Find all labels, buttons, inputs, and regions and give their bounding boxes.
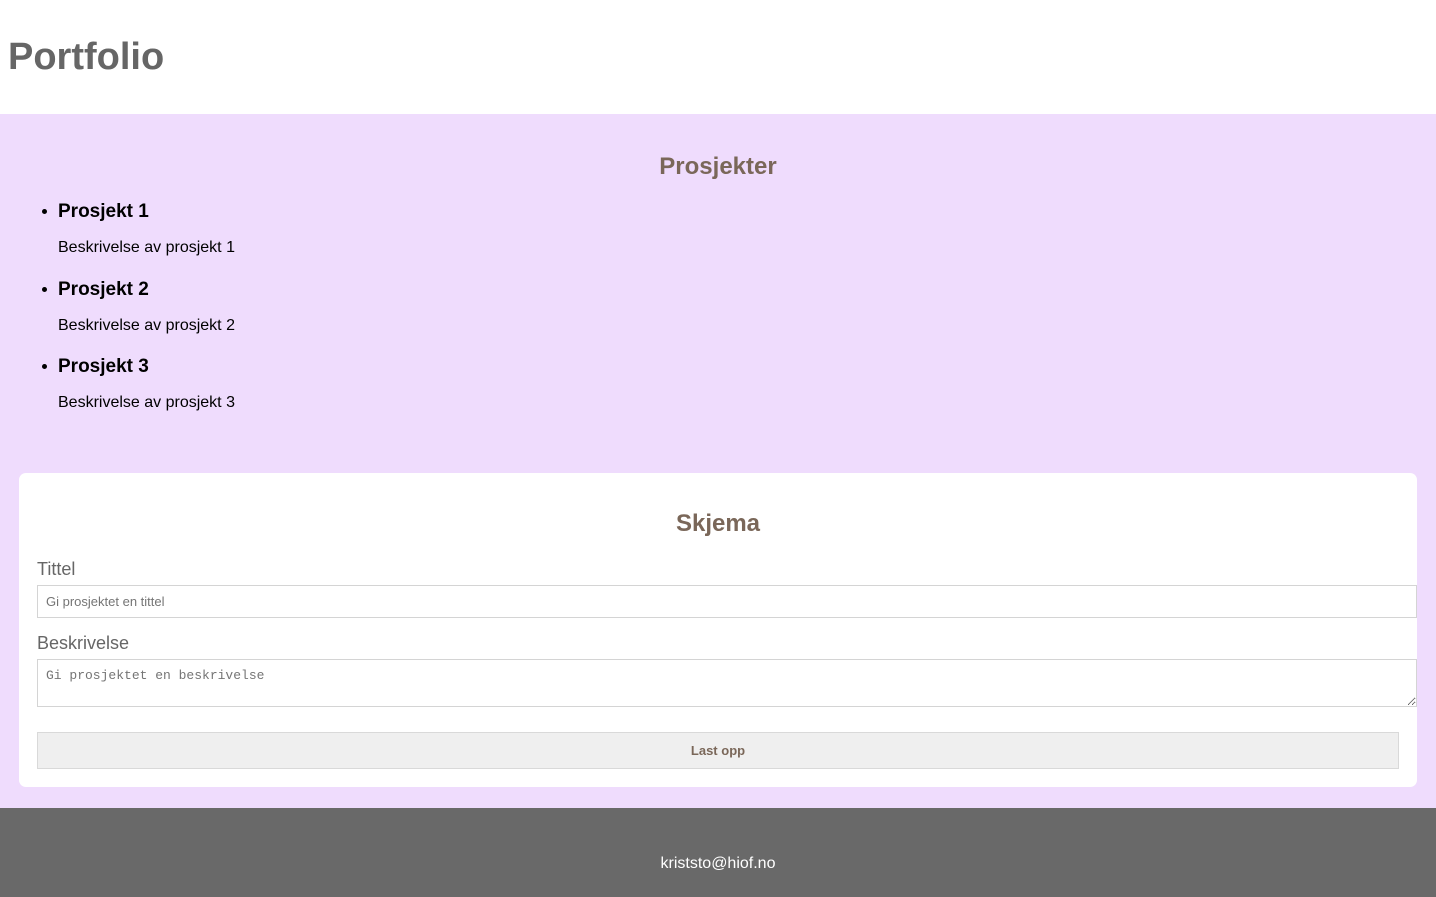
project-title: Prosjekt 3 xyxy=(58,356,149,377)
project-description: Beskrivelse av prosjekt 2 xyxy=(58,316,235,334)
page-footer: kriststo@hiof.no xyxy=(0,808,1436,897)
project-list: Prosjekt 1 Beskrivelse av prosjekt 1 Pro… xyxy=(42,200,235,433)
bullet-icon xyxy=(42,286,47,292)
main-content: Prosjekter Prosjekt 1 Beskrivelse av pro… xyxy=(0,114,1436,808)
list-item: Prosjekt 1 Beskrivelse av prosjekt 1 xyxy=(42,200,235,278)
description-textarea[interactable] xyxy=(37,659,1417,707)
projects-heading: Prosjekter xyxy=(659,153,777,180)
project-title: Prosjekt 1 xyxy=(58,201,149,222)
form-heading: Skjema xyxy=(675,510,761,537)
page: Portfolio Prosjekter Prosjekt 1 Beskrive… xyxy=(0,0,1436,897)
contact-email: kriststo@hiof.no xyxy=(660,855,776,872)
list-item: Prosjekt 3 Beskrivelse av prosjekt 3 xyxy=(42,355,235,433)
page-title: Portfolio xyxy=(8,36,165,78)
description-label: Beskrivelse xyxy=(37,633,130,653)
title-input[interactable] xyxy=(37,585,1417,618)
project-description: Beskrivelse av prosjekt 3 xyxy=(58,394,235,411)
list-item: Prosjekt 2 Beskrivelse av prosjekt 2 xyxy=(42,278,235,356)
project-description: Beskrivelse av prosjekt 1 xyxy=(58,239,235,256)
project-title: Prosjekt 2 xyxy=(58,278,149,300)
upload-button[interactable]: Last opp xyxy=(37,732,1399,769)
bullet-icon xyxy=(42,209,47,214)
title-label: Tittel xyxy=(37,559,76,579)
bullet-icon xyxy=(42,364,47,369)
project-form: Skjema Tittel Beskrivelse Last opp xyxy=(19,473,1417,787)
page-header: Portfolio xyxy=(0,0,1436,114)
